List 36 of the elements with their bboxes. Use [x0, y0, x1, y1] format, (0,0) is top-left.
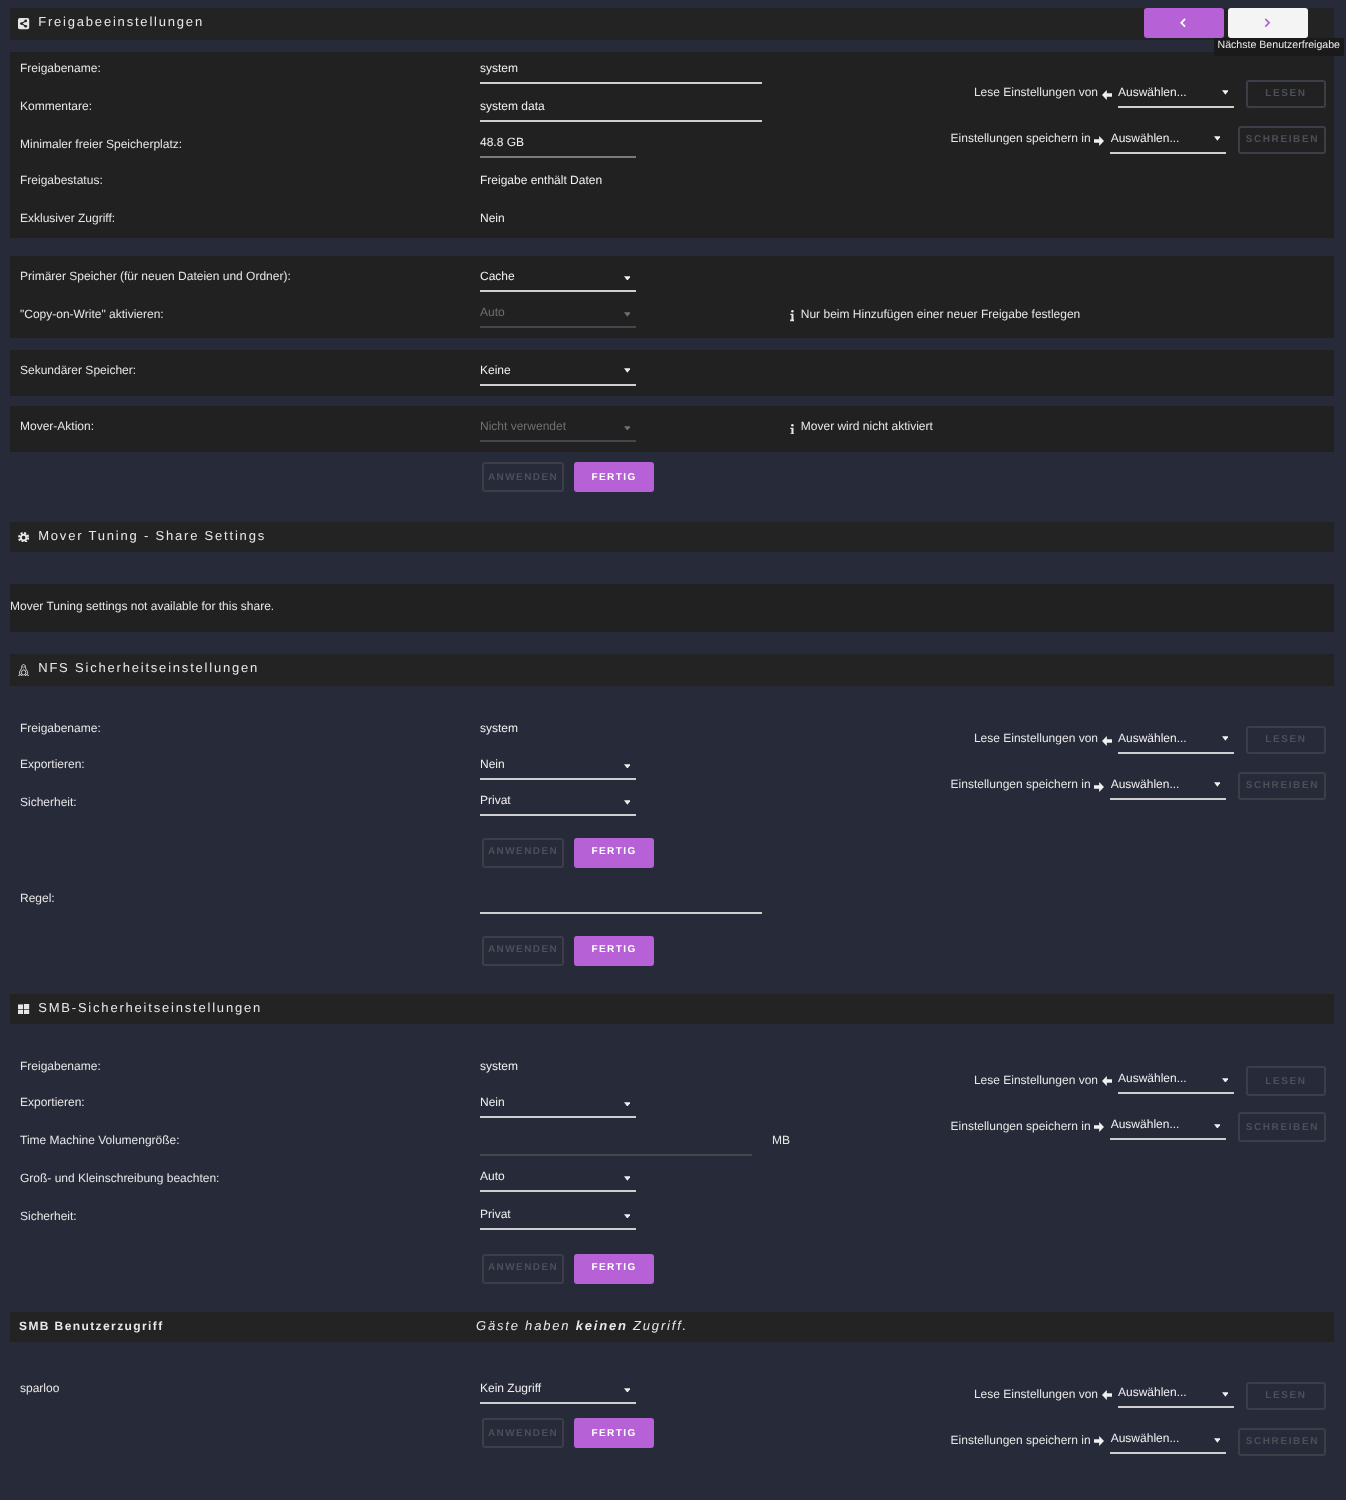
caret-icon: [623, 1101, 630, 1107]
caret-icon: [623, 1176, 630, 1182]
info-icon: [790, 310, 795, 322]
next-button[interactable]: [1228, 8, 1308, 37]
caret-icon: [623, 1387, 630, 1392]
caret-icon: [623, 312, 630, 318]
chevron-right-icon: [1264, 17, 1272, 28]
caret-icon: [1221, 90, 1228, 96]
arrow-left-icon: [1102, 1076, 1112, 1087]
caret-icon: [1213, 782, 1221, 788]
caret-icon: [623, 425, 630, 431]
arrow-left-icon: [1102, 1390, 1112, 1401]
caret-icon: [1221, 1077, 1228, 1083]
info-icon: [790, 423, 795, 435]
arrow-right-icon: [1094, 135, 1105, 145]
penguin-icon: [18, 663, 30, 677]
caret-icon: [623, 800, 630, 806]
arrow-left-icon: [1102, 89, 1112, 99]
arrow-left-icon: [1102, 735, 1112, 746]
caret-icon: [623, 275, 630, 280]
four-squares-icon: [18, 1003, 30, 1015]
share-icon: [18, 17, 30, 30]
caret-icon: [1213, 1123, 1221, 1129]
gear-icon: [18, 531, 30, 543]
previous-button[interactable]: [1144, 8, 1224, 37]
arrow-right-icon: [1094, 1122, 1105, 1133]
caret-icon: [1221, 736, 1228, 742]
caret-icon: [623, 368, 630, 374]
caret-icon: [1213, 136, 1221, 142]
chevron-left-icon: [1180, 17, 1188, 28]
arrow-right-icon: [1094, 781, 1105, 792]
caret-icon: [1213, 1438, 1221, 1444]
caret-icon: [623, 1213, 630, 1219]
arrow-right-icon: [1094, 1436, 1105, 1447]
caret-icon: [623, 763, 630, 768]
caret-icon: [1221, 1392, 1228, 1398]
